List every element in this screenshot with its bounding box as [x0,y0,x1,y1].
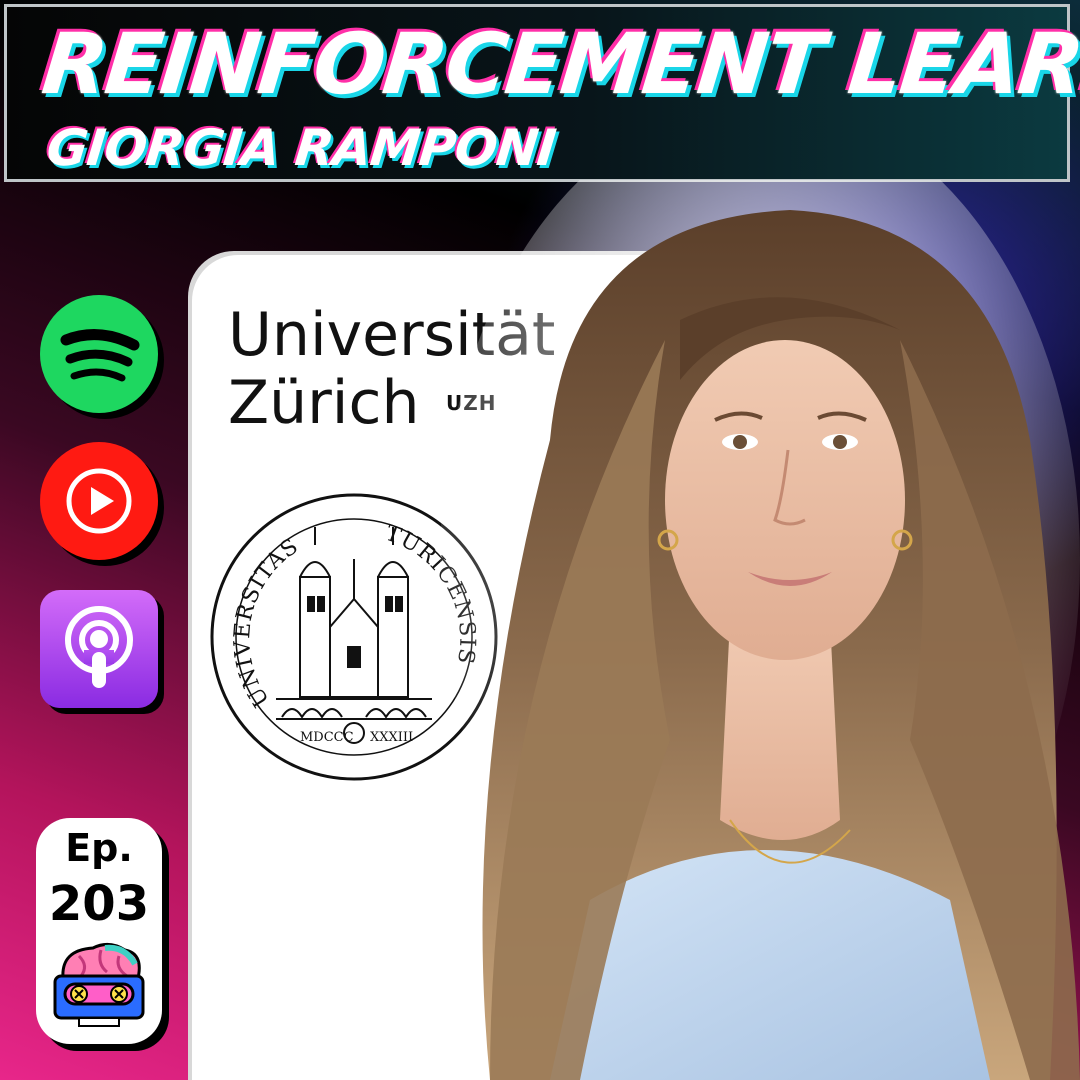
guest-name: GIORGIA RAMPONI [43,119,559,177]
svg-text:UNIVERSITAS: UNIVERSITAS [230,534,304,712]
youtube-play-icon[interactable] [40,442,158,560]
guest-portrait [440,180,1080,1080]
title-banner: REINFORCEMENT LEARNING GIORGIA RAMPONI [4,4,1080,182]
seal-text-left: UNIVERSITAS [230,534,303,712]
episode-badge: Ep. 203 [36,818,162,1044]
spotify-icon[interactable] [40,295,158,413]
episode-number: 203 [48,876,150,932]
episode-label: Ep. [65,826,133,870]
brain-cassette-icon [53,943,145,1027]
seal-year-right: XXXIII [370,730,413,745]
podcast-cover: REINFORCEMENT LEARNING GIORGIA RAMPONI E… [0,0,1080,1080]
episode-title: REINFORCEMENT LEARNING [37,15,1080,113]
podcasts-icon[interactable] [40,590,158,708]
